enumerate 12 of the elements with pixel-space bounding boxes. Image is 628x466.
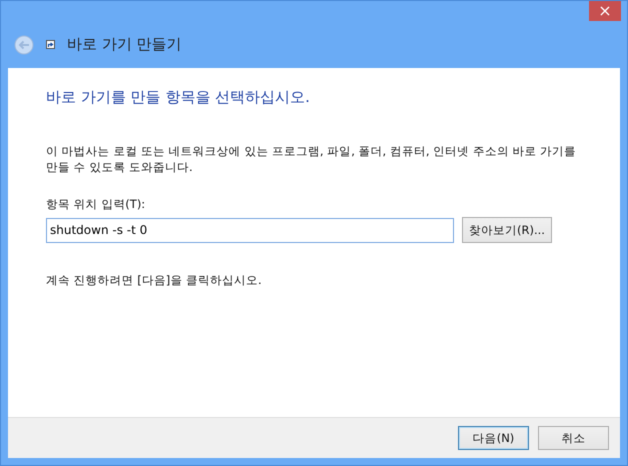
- window-title: 바로 가기 만들기: [67, 35, 182, 54]
- field-label: 항목 위치 입력(T):: [46, 197, 146, 212]
- page-heading: 바로 가기를 만들 항목을 선택하십시오.: [46, 88, 311, 107]
- close-button[interactable]: ×: [589, 1, 621, 21]
- description-text: 이 마법사는 로컬 또는 네트워크상에 있는 프로그램, 파일, 폴더, 컴퓨터, 인터넷 주소의 바로 가기를 만들 수 있도록 도와줍니다.: [46, 143, 578, 175]
- cancel-button[interactable]: 취소: [538, 426, 609, 450]
- next-button[interactable]: 다음(N): [458, 426, 529, 450]
- browse-button[interactable]: 찾아보기(R)...: [462, 217, 552, 243]
- location-field[interactable]: shutdown -s -t 0: [46, 218, 454, 242]
- back-icon[interactable]: [14, 34, 34, 54]
- shortcut-icon: [46, 40, 55, 49]
- hint-text: 계속 진행하려면 [다음]을 클릭하십시오.: [46, 273, 263, 288]
